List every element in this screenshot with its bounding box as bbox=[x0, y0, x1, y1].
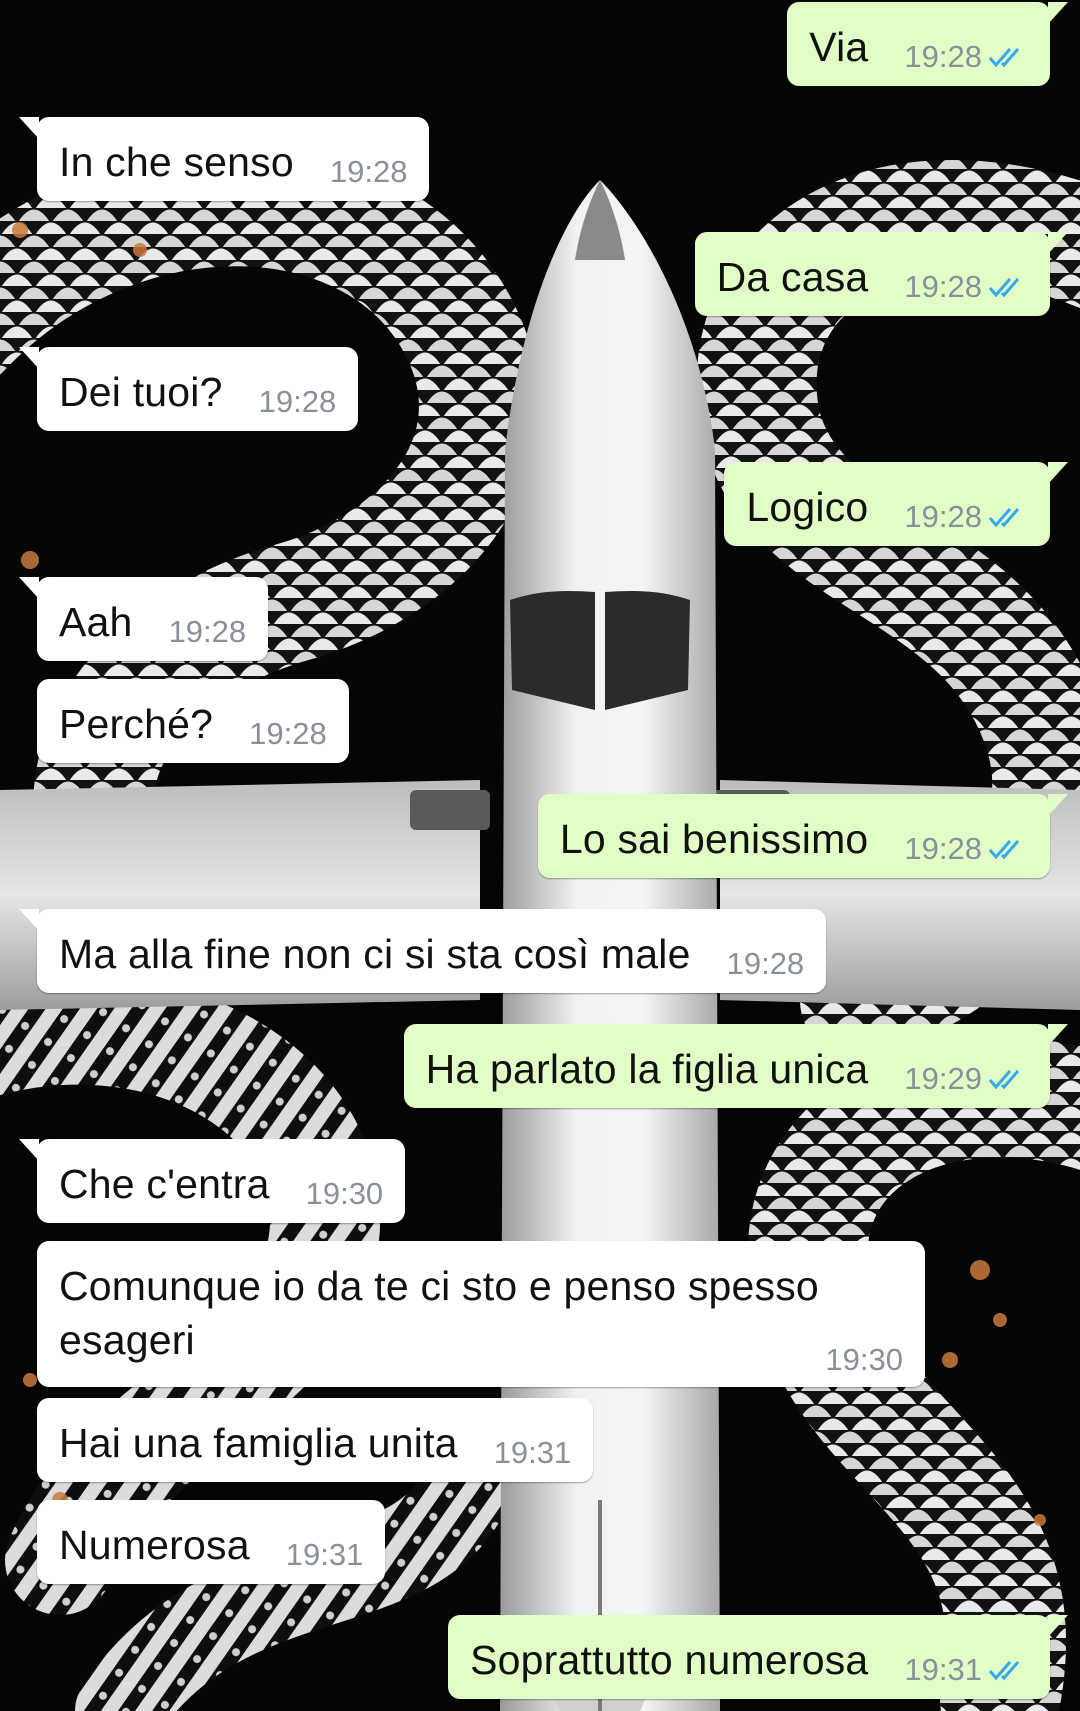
message-bubble-outgoing[interactable]: Ha parlato la figlia unica 19:29 bbox=[403, 1024, 1069, 1108]
message-meta: 19:30 bbox=[305, 1176, 384, 1211]
message-text: Da casa bbox=[716, 254, 869, 300]
message-text: Che c'entra bbox=[59, 1161, 270, 1207]
double-check-icon bbox=[988, 48, 1020, 68]
message-time: 19:29 bbox=[904, 1061, 982, 1096]
message-time: 19:28 bbox=[904, 499, 982, 534]
message-text: Logico bbox=[746, 484, 869, 530]
message-meta: 19:28 bbox=[904, 831, 1028, 866]
message-bubble-outgoing[interactable]: Soprattutto numerosa 19:31 bbox=[448, 1615, 1068, 1699]
message-text: Hai una famiglia unita bbox=[59, 1420, 458, 1466]
message-text: Numerosa bbox=[59, 1522, 250, 1568]
message-text: Lo sai benissimo bbox=[559, 816, 869, 862]
message-text: Comunque io da te ci sto e penso spesso … bbox=[59, 1263, 819, 1363]
message-meta: 19:31 bbox=[493, 1435, 572, 1470]
message-bubble-incoming[interactable]: Che c'entra 19:30 bbox=[18, 1139, 406, 1223]
message-bubble-outgoing[interactable]: Da casa 19:28 bbox=[694, 232, 1069, 316]
message-meta: 19:29 bbox=[904, 1061, 1028, 1096]
message-time: 19:30 bbox=[305, 1176, 384, 1211]
double-check-icon bbox=[988, 1661, 1020, 1681]
message-time: 19:28 bbox=[168, 614, 247, 649]
chat-conversation: Via 19:28 In che senso 19:28 Da casa 19:… bbox=[0, 0, 1080, 1711]
message-meta: 19:30 bbox=[825, 1342, 903, 1377]
message-meta: 19:28 bbox=[249, 716, 327, 751]
message-bubble-incoming[interactable]: In che senso 19:28 bbox=[18, 117, 430, 201]
message-time: 19:28 bbox=[726, 946, 805, 981]
message-bubble-incoming[interactable]: Ma alla fine non ci si sta così male 19:… bbox=[18, 909, 827, 993]
message-meta: 19:28 bbox=[904, 269, 1028, 304]
message-text: Aah bbox=[59, 599, 133, 645]
double-check-icon bbox=[988, 840, 1020, 860]
message-bubble-incoming[interactable]: Aah 19:28 bbox=[18, 577, 269, 661]
message-meta: 19:28 bbox=[726, 946, 805, 981]
message-text: Ma alla fine non ci si sta così male bbox=[59, 931, 691, 977]
message-time: 19:28 bbox=[249, 716, 327, 751]
message-meta: 19:28 bbox=[904, 499, 1028, 534]
message-time: 19:28 bbox=[904, 831, 982, 866]
message-time: 19:28 bbox=[904, 269, 982, 304]
message-meta: 19:31 bbox=[285, 1537, 364, 1572]
message-time: 19:31 bbox=[285, 1537, 364, 1572]
message-time: 19:28 bbox=[329, 154, 408, 189]
message-bubble-outgoing[interactable]: Lo sai benissimo 19:28 bbox=[537, 794, 1069, 878]
message-time: 19:30 bbox=[825, 1342, 903, 1377]
message-meta: 19:28 bbox=[168, 614, 247, 649]
message-bubble-outgoing[interactable]: Via 19:28 bbox=[787, 2, 1068, 86]
message-bubble-incoming[interactable]: Comunque io da te ci sto e penso spesso … bbox=[37, 1241, 925, 1387]
message-text: Dei tuoi? bbox=[59, 369, 223, 415]
double-check-icon bbox=[988, 508, 1020, 528]
message-bubble-incoming[interactable]: Numerosa 19:31 bbox=[37, 1500, 386, 1584]
message-meta: 19:31 bbox=[904, 1652, 1028, 1687]
message-meta: 19:28 bbox=[904, 39, 1028, 74]
message-text: Soprattutto numerosa bbox=[470, 1637, 869, 1683]
double-check-icon bbox=[988, 278, 1020, 298]
message-meta: 19:28 bbox=[329, 154, 408, 189]
message-time: 19:31 bbox=[493, 1435, 572, 1470]
message-time: 19:31 bbox=[904, 1652, 982, 1687]
message-time: 19:28 bbox=[904, 39, 982, 74]
message-bubble-incoming[interactable]: Hai una famiglia unita 19:31 bbox=[37, 1398, 594, 1482]
message-text: Perché? bbox=[59, 701, 214, 747]
message-text: Via bbox=[809, 24, 869, 70]
double-check-icon bbox=[988, 1070, 1020, 1090]
message-bubble-incoming[interactable]: Dei tuoi? 19:28 bbox=[18, 347, 359, 431]
message-meta: 19:28 bbox=[258, 384, 337, 419]
message-text: In che senso bbox=[59, 139, 294, 185]
message-text: Ha parlato la figlia unica bbox=[425, 1046, 869, 1092]
message-bubble-incoming[interactable]: Perché? 19:28 bbox=[37, 679, 349, 763]
message-bubble-outgoing[interactable]: Logico 19:28 bbox=[724, 462, 1068, 546]
message-time: 19:28 bbox=[258, 384, 337, 419]
